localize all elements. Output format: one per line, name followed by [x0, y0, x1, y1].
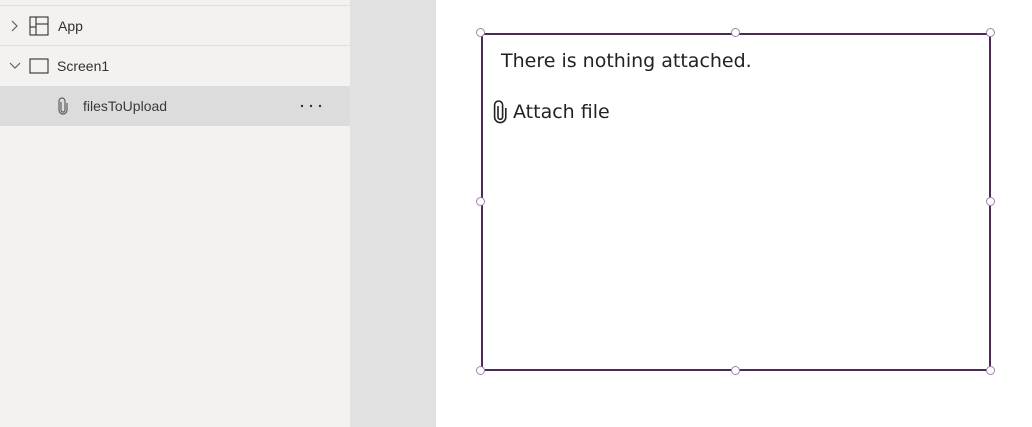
paperclip-icon — [57, 97, 69, 118]
resize-handle-bottom[interactable] — [731, 366, 740, 375]
paperclip-icon — [493, 100, 507, 124]
tree-item-app[interactable]: App — [0, 6, 350, 46]
canvas-gutter — [350, 0, 436, 427]
attachments-control[interactable]: There is nothing attached. Attach file — [481, 33, 991, 371]
app-icon — [29, 16, 49, 39]
tree-item-label: App — [58, 18, 83, 34]
empty-attachments-text: There is nothing attached. — [501, 50, 752, 72]
tree-item-label: filesToUpload — [83, 98, 168, 114]
chevron-right-icon[interactable] — [7, 18, 23, 34]
attach-file-label: Attach file — [513, 101, 610, 123]
screen-icon — [29, 58, 49, 77]
tree-item-label: Screen1 — [57, 58, 110, 74]
resize-handle-top-left[interactable] — [476, 28, 485, 37]
tree-item-screen1[interactable]: Screen1 — [0, 46, 350, 86]
resize-handle-bottom-left[interactable] — [476, 366, 485, 375]
resize-handle-right[interactable] — [986, 197, 995, 206]
resize-handle-left[interactable] — [476, 197, 485, 206]
more-options-icon[interactable] — [294, 96, 328, 116]
resize-handle-top-right[interactable] — [986, 28, 995, 37]
attach-file-button[interactable]: Attach file — [492, 100, 610, 124]
tree-item-filestoupload[interactable]: filesToUpload — [0, 86, 350, 126]
resize-handle-top[interactable] — [731, 28, 740, 37]
chevron-down-icon[interactable] — [7, 58, 23, 74]
tree-view-panel: App Screen1 filesToUpload — [0, 0, 350, 427]
resize-handle-bottom-right[interactable] — [986, 366, 995, 375]
